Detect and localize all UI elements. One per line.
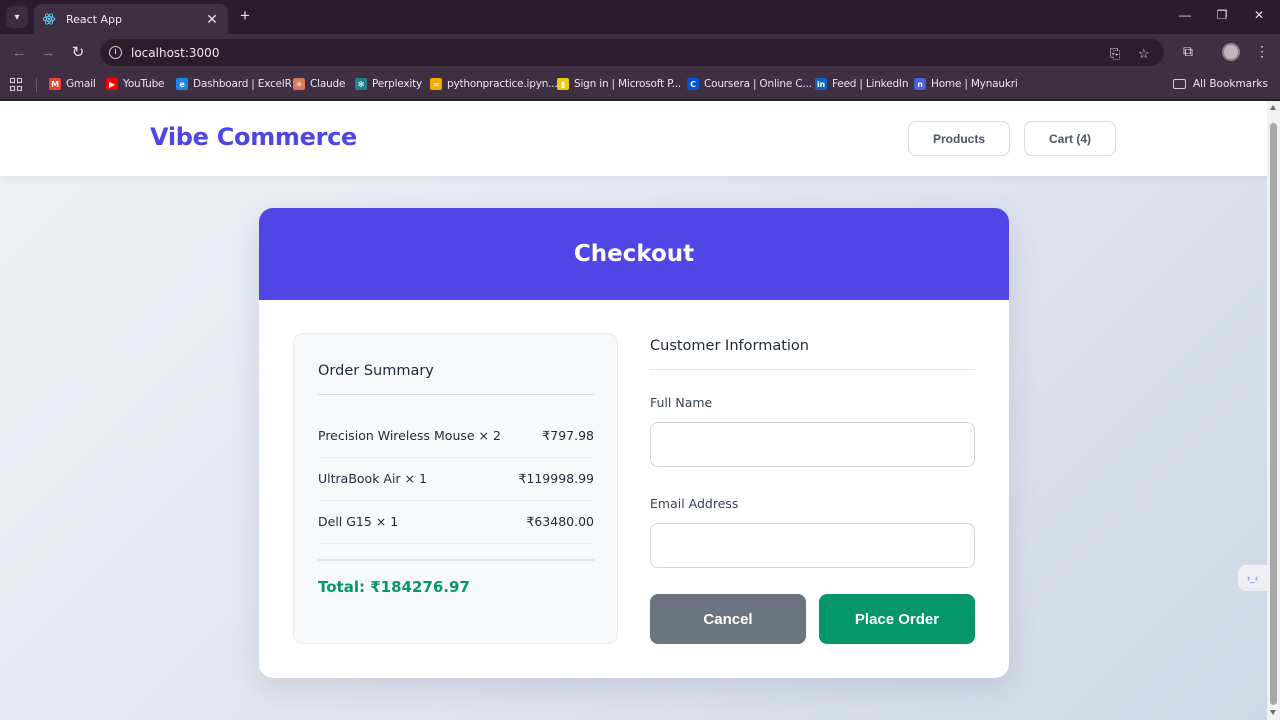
youtube-icon: ▶ [106, 78, 118, 90]
browser-tab-react-app[interactable]: React App ✕ [34, 4, 228, 34]
reload-icon[interactable]: ↻ [68, 43, 88, 63]
all-bookmarks-button[interactable]: All Bookmarks [1172, 78, 1268, 90]
react-favicon-icon [42, 12, 56, 26]
site-header: Vibe Commerce Products Cart (4) [0, 101, 1267, 176]
coursera-icon: C [687, 78, 699, 90]
brand-logo[interactable]: Vibe Commerce [150, 123, 357, 151]
tab-title: React App [66, 12, 123, 26]
checkout-header: Checkout [259, 208, 1009, 300]
floating-extension-icon[interactable]: ›_‹ [1238, 565, 1267, 591]
bookmark-label: YouTube [123, 78, 165, 90]
extensions-puzzle-icon[interactable]: ⧉ [1178, 43, 1198, 60]
total-divider [318, 559, 594, 561]
checkout-card: Checkout Order Summary Precision Wireles… [259, 208, 1009, 678]
page-viewport: Vibe Commerce Products Cart (4) Checkout… [0, 101, 1267, 720]
bookmark-item[interactable]: ▶ YouTube [106, 78, 165, 90]
bookmark-label: Dashboard | ExcelR [193, 78, 292, 90]
tab-close-icon[interactable]: ✕ [204, 11, 220, 28]
summary-divider [318, 394, 594, 395]
new-tab-plus-icon[interactable]: + [236, 7, 254, 25]
nav-cart-button[interactable]: Cart (4) [1024, 121, 1116, 156]
gmail-icon: M [49, 78, 61, 90]
bookmark-item[interactable]: M Gmail [49, 78, 96, 90]
bookmark-label: Gmail [66, 78, 96, 90]
bookmark-label: Sign in | Microsoft P... [574, 78, 682, 90]
order-total: Total: ₹184276.97 [318, 578, 470, 596]
order-item-name: Precision Wireless Mouse × 2 [318, 428, 501, 443]
full-name-label: Full Name [650, 395, 713, 410]
bookmark-label: pythonpractice.ipyn... [447, 78, 558, 90]
tab-search-chevron-icon[interactable]: ▾ [6, 6, 28, 28]
close-window-icon[interactable]: ✕ [1249, 8, 1269, 22]
customer-info-title: Customer Information [650, 338, 809, 354]
bookmark-label: Feed | LinkedIn [832, 78, 909, 90]
bookmark-label: Coursera | Online C... [704, 78, 812, 90]
full-name-input[interactable] [650, 422, 975, 467]
order-item-row: UltraBook Air × 1 ₹119998.99 [318, 458, 594, 501]
email-label: Email Address [650, 496, 739, 511]
order-item-price: ₹119998.99 [518, 471, 594, 486]
apps-grid-icon[interactable] [10, 78, 23, 91]
claude-icon: ✳ [293, 78, 305, 90]
browser-tab-bar: ▾ React App ✕ + — ❐ ✕ [0, 0, 1280, 34]
bookmark-item[interactable]: ∞ pythonpractice.ipyn... [430, 78, 558, 90]
scrollbar-thumb[interactable] [1270, 123, 1277, 705]
order-item-price: ₹63480.00 [526, 514, 594, 529]
bookmark-star-icon[interactable]: ☆ [1138, 46, 1150, 62]
order-item-row: Dell G15 × 1 ₹63480.00 [318, 501, 594, 544]
bookmark-item[interactable]: e Dashboard | ExcelR [176, 78, 292, 90]
bookmark-item[interactable]: ✻ Perplexity [355, 78, 422, 90]
bookmark-item[interactable]: ✳ Claude [293, 78, 345, 90]
scroll-down-arrow-icon[interactable] [1270, 710, 1276, 715]
colab-icon: ∞ [430, 78, 442, 90]
bookmark-item[interactable]: ▮ Sign in | Microsoft P... [557, 78, 681, 90]
order-summary-title: Order Summary [318, 363, 434, 379]
perplexity-icon: ✻ [355, 78, 367, 90]
restore-window-icon[interactable]: ❐ [1212, 8, 1232, 22]
bookmark-item[interactable]: in Feed | LinkedIn [815, 78, 908, 90]
all-bookmarks-label: All Bookmarks [1192, 78, 1268, 90]
order-summary-panel: Order Summary Precision Wireless Mouse ×… [293, 333, 618, 644]
install-app-icon[interactable]: ⎘ [1110, 46, 1120, 62]
browser-menu-icon[interactable]: ⋮ [1252, 43, 1272, 60]
form-divider [650, 369, 975, 370]
forward-arrow-icon[interactable]: → [38, 43, 58, 63]
bookmark-item[interactable]: C Coursera | Online C... [687, 78, 812, 90]
bookmark-label: Claude [310, 78, 346, 90]
order-item-price: ₹797.98 [542, 428, 594, 443]
bookmarks-bar: M Gmail ▶ YouTube e Dashboard | ExcelR ✳ Claude… [0, 71, 1280, 100]
bookmark-item[interactable]: n Home | Mynaukri [914, 78, 1018, 90]
bookmark-label: Perplexity [372, 78, 423, 90]
order-item-row: Precision Wireless Mouse × 2 ₹797.98 [318, 415, 594, 458]
address-url[interactable]: localhost:3000 [131, 46, 219, 60]
bookmark-label: Home | Mynaukri [931, 78, 1018, 90]
profile-avatar[interactable] [1222, 43, 1240, 61]
order-item-name: UltraBook Air × 1 [318, 471, 427, 486]
nav-products-button[interactable]: Products [908, 121, 1010, 156]
folder-icon [1172, 79, 1186, 89]
checkout-title: Checkout [573, 241, 695, 267]
powerbi-icon: ▮ [557, 78, 569, 90]
email-input[interactable] [650, 523, 975, 568]
place-order-button[interactable]: Place Order [819, 594, 975, 644]
bookmarks-divider [36, 78, 37, 92]
order-item-name: Dell G15 × 1 [318, 514, 399, 529]
naukri-icon: n [914, 78, 926, 90]
excelr-icon: e [176, 78, 188, 90]
linkedin-icon: in [815, 78, 827, 90]
site-info-icon[interactable] [109, 46, 122, 59]
page-scrollbar[interactable] [1267, 101, 1280, 720]
scroll-up-arrow-icon[interactable] [1270, 105, 1276, 110]
cancel-button[interactable]: Cancel [650, 594, 806, 644]
minimize-window-icon[interactable]: — [1175, 8, 1195, 22]
browser-toolbar: ← → ↻ localhost:3000 ⎘ ☆ ⧉ ⋮ [0, 34, 1280, 71]
address-bar[interactable]: localhost:3000 ⎘ ☆ [100, 39, 1164, 66]
back-arrow-icon[interactable]: ← [9, 43, 29, 63]
